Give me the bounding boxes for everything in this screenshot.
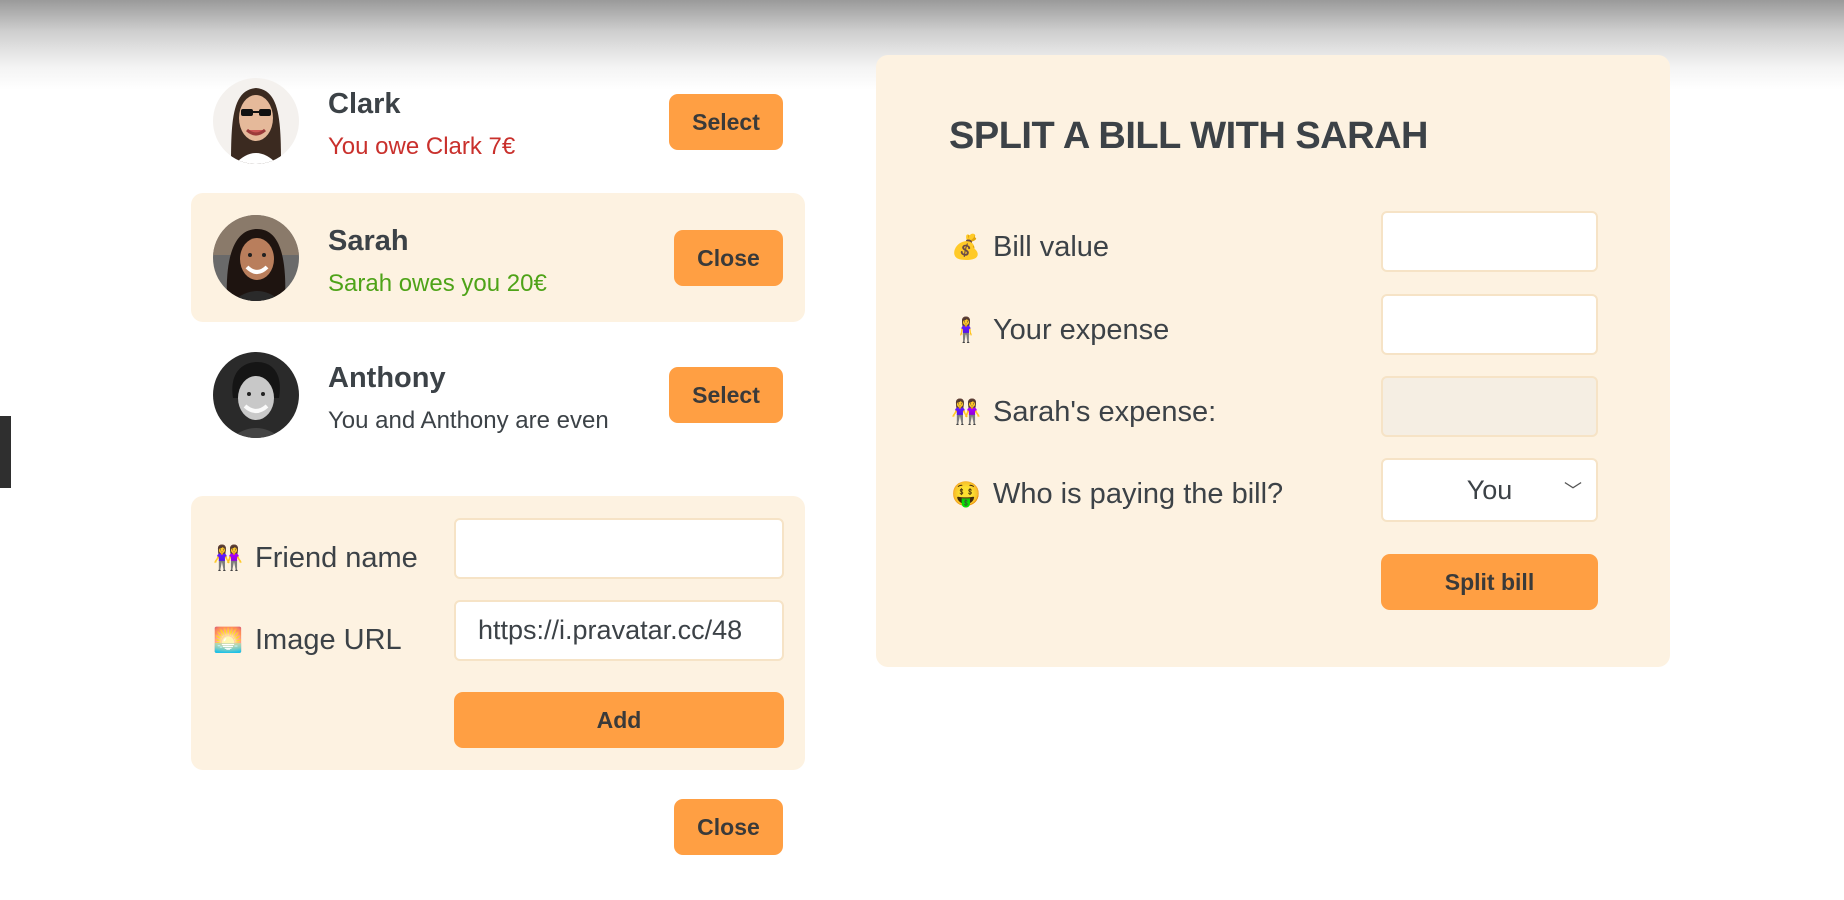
- friend-expense-input: [1381, 376, 1598, 437]
- close-add-friend-button[interactable]: Close: [674, 799, 783, 855]
- add-friend-form: 👭 Friend name 🌅 Image URL https://i.prav…: [191, 496, 805, 770]
- your-expense-label: 🧍‍♀️ Your expense: [949, 294, 1169, 366]
- friend-name: Anthony: [328, 362, 446, 394]
- image-url-input[interactable]: https://i.pravatar.cc/48: [454, 600, 784, 661]
- friend-balance-status: Sarah owes you 20€: [328, 270, 547, 297]
- friend-name-input[interactable]: [454, 518, 784, 579]
- avatar: [213, 352, 299, 438]
- split-bill-button[interactable]: Split bill: [1381, 554, 1598, 610]
- friend-expense-label: 👭 Sarah's expense:: [949, 376, 1216, 448]
- your-expense-input[interactable]: [1381, 294, 1598, 355]
- friend-balance-status: You and Anthony are even: [328, 407, 609, 434]
- bill-value-label: 💰 Bill value: [949, 211, 1109, 283]
- split-bill-form: SPLIT A BILL WITH SARAH 💰 Bill value 🧍‍♀…: [876, 55, 1670, 667]
- two-people-icon: 👭: [951, 398, 981, 426]
- friend-item-clark: Clark You owe Clark 7€ Select: [191, 56, 805, 185]
- friend-item-sarah: Sarah Sarah owes you 20€ Close: [191, 193, 805, 322]
- friend-name: Sarah: [328, 225, 409, 257]
- money-mouth-face-icon: 🤑: [951, 480, 981, 508]
- bill-value-input[interactable]: [1381, 211, 1598, 272]
- split-bill-title: SPLIT A BILL WITH SARAH: [949, 115, 1428, 157]
- image-url-label: 🌅 Image URL: [211, 610, 402, 670]
- close-friend-button[interactable]: Close: [674, 230, 783, 286]
- select-friend-button[interactable]: Select: [669, 367, 783, 423]
- friend-balance-status: You owe Clark 7€: [328, 133, 516, 160]
- who-pays-select[interactable]: You ﹀: [1381, 458, 1598, 522]
- chevron-down-icon: ﹀: [1564, 481, 1582, 501]
- select-friend-button[interactable]: Select: [669, 94, 783, 150]
- add-friend-button[interactable]: Add: [454, 692, 784, 748]
- two-people-icon: 👭: [213, 544, 243, 572]
- friend-item-anthony: Anthony You and Anthony are even Select: [191, 330, 805, 459]
- friend-name: Clark: [328, 88, 401, 120]
- friend-name-label: 👭 Friend name: [211, 528, 418, 588]
- sunset-image-icon: 🌅: [213, 626, 243, 654]
- money-bag-icon: 💰: [951, 233, 981, 261]
- who-pays-label: 🤑 Who is paying the bill?: [949, 458, 1283, 530]
- person-icon: 🧍‍♀️: [951, 316, 981, 344]
- avatar: [213, 78, 299, 164]
- avatar: [213, 215, 299, 301]
- side-edge-tab[interactable]: [0, 416, 11, 488]
